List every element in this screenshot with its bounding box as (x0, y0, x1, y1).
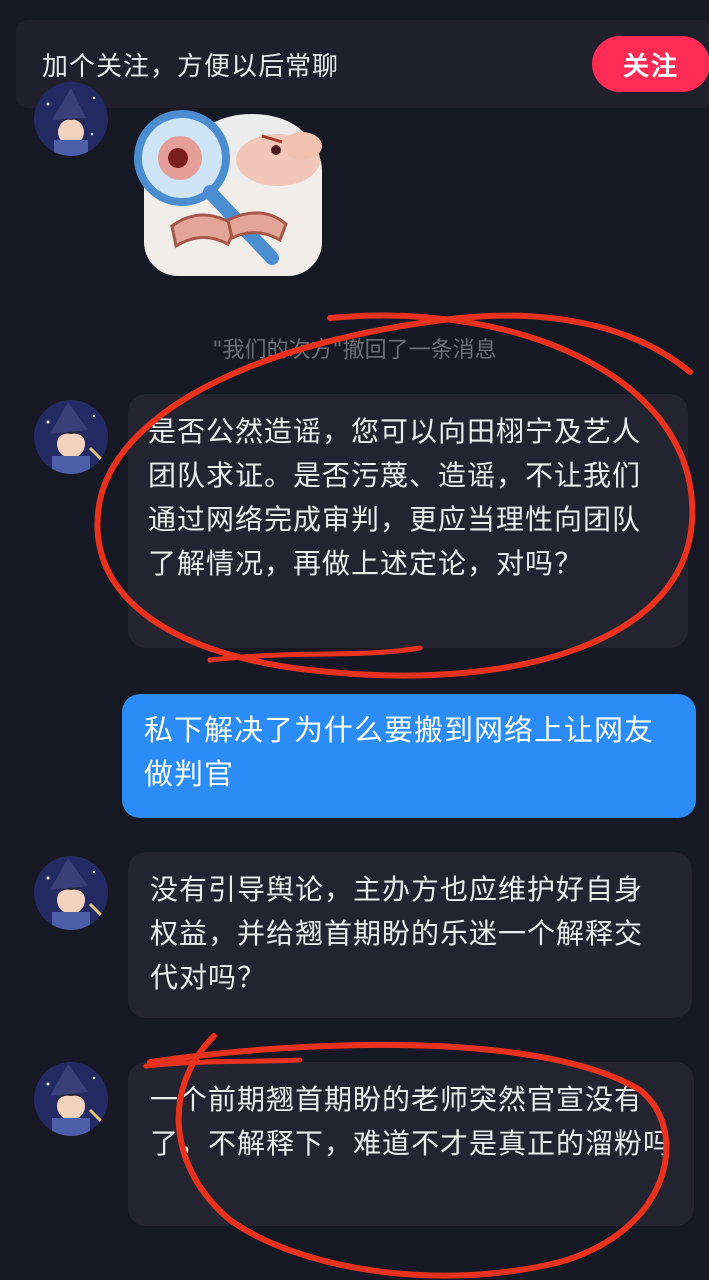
message-bubble-incoming[interactable]: 一个前期翘首期盼的老师突然官宣没有了，不解释下，难道不才是真正的溜粉吗 (128, 1062, 694, 1226)
recall-notice: "我们的次方"撤回了一条消息 (212, 338, 497, 363)
avatar[interactable] (34, 1062, 108, 1136)
follow-button[interactable]: 关注 (592, 36, 709, 92)
message-bubble-incoming[interactable]: 是否公然造谣，您可以向田栩宁及艺人团队求证。是否污蔑、造谣，不让我们通过网络完成… (128, 394, 688, 648)
avatar[interactable] (34, 400, 108, 474)
chat-screen: 加个关注，方便以后常聊 关注 "我们的次方"撤回了一条消息 是否公然造谣，您可以… (0, 0, 709, 1280)
avatar[interactable] (34, 856, 108, 930)
follow-banner-text: 加个关注，方便以后常聊 (42, 51, 340, 82)
message-bubble-outgoing[interactable]: 私下解决了为什么要搬到网络上让网友做判官 (122, 694, 696, 818)
avatar[interactable] (34, 82, 108, 156)
message-bubble-incoming[interactable]: 没有引导舆论，主办方也应维护好自身权益，并给翘首期盼的乐迷一个解释交代对吗？ (128, 852, 692, 1018)
sheep-magnifier-sticker[interactable] (132, 108, 328, 284)
